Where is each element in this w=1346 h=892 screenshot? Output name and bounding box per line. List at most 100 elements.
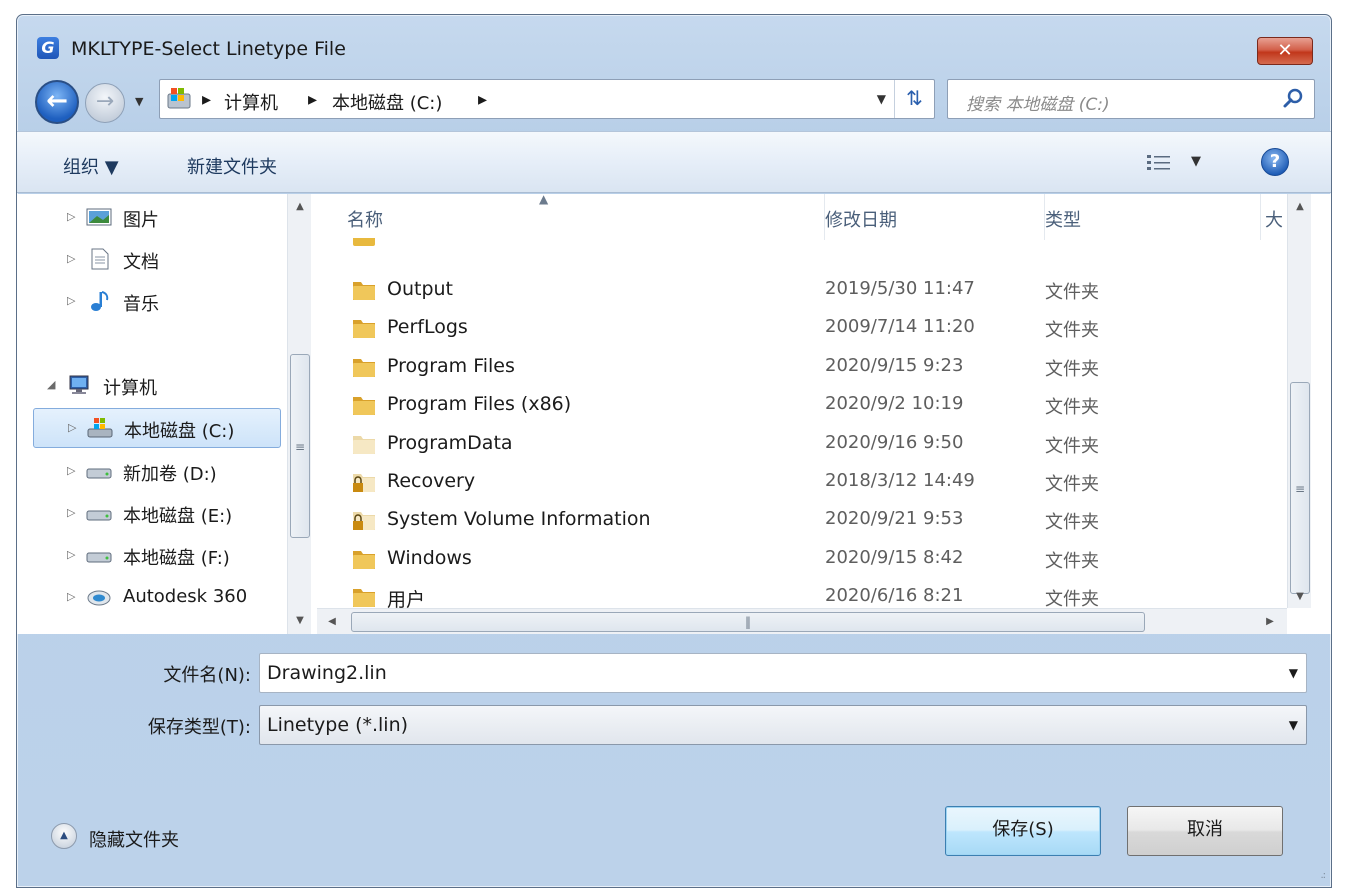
table-row[interactable]: ProgramData 2020/9/16 9:50 文件夹 bbox=[317, 424, 1287, 462]
search-icon[interactable] bbox=[1282, 86, 1306, 110]
close-button[interactable]: ✕ bbox=[1257, 37, 1313, 65]
dialog-window: G MKLTYPE-Select Linetype File ✕ ← → ▼ ▸… bbox=[16, 14, 1332, 888]
save-button[interactable]: 保存(S) bbox=[945, 806, 1101, 856]
expand-icon[interactable]: ▷ bbox=[68, 421, 76, 434]
file-list-vertical-scrollbar[interactable]: ▲ ≡ ▼ bbox=[1287, 194, 1311, 608]
file-date: 2020/9/15 8:42 bbox=[825, 547, 964, 568]
expand-icon[interactable]: ▷ bbox=[67, 506, 75, 519]
expand-icon[interactable]: ▷ bbox=[67, 464, 75, 477]
filetype-select[interactable]: Linetype (*.lin) ▼ bbox=[259, 705, 1307, 745]
cancel-button[interactable]: 取消 bbox=[1127, 806, 1283, 856]
table-row-partial[interactable] bbox=[317, 238, 1287, 248]
cloud-icon bbox=[87, 590, 111, 606]
hide-folders-label: 隐藏文件夹 bbox=[89, 830, 179, 851]
file-type: 文件夹 bbox=[1045, 551, 1099, 572]
window-title: MKLTYPE-Select Linetype File bbox=[71, 38, 346, 60]
search-box[interactable]: 搜索 本地磁盘 (C:) bbox=[947, 79, 1315, 119]
sidebar-item-drive-d[interactable]: ▷ 新加卷 (D:) bbox=[17, 452, 287, 490]
table-row[interactable]: System Volume Information 2020/9/21 9:53… bbox=[317, 500, 1287, 538]
file-type: 文件夹 bbox=[1045, 282, 1099, 303]
recent-pages-dropdown[interactable]: ▼ bbox=[135, 95, 143, 108]
scroll-thumb[interactable]: ‖ bbox=[351, 612, 1145, 632]
folder-icon bbox=[353, 282, 375, 300]
pictures-icon bbox=[86, 208, 112, 226]
scroll-down-button[interactable]: ▼ bbox=[288, 610, 312, 632]
sidebar-item-drive-e[interactable]: ▷ 本地磁盘 (E:) bbox=[17, 494, 287, 532]
scroll-down-button[interactable]: ▼ bbox=[1288, 586, 1312, 608]
column-header-size[interactable]: 大 bbox=[1265, 194, 1287, 240]
sidebar-item-label: 新加卷 (D:) bbox=[123, 464, 217, 485]
collapse-icon[interactable]: ▲ bbox=[51, 823, 77, 849]
resize-grip-icon[interactable]: .: bbox=[1320, 870, 1325, 881]
computer-icon bbox=[167, 88, 191, 109]
file-list-horizontal-scrollbar[interactable]: ◀ ‖ ▶ bbox=[317, 608, 1287, 634]
address-bar[interactable]: ▸ 计算机 ▸ 本地磁盘 (C:) ▸ ▼ ⇅ bbox=[159, 79, 935, 119]
sidebar-item-music[interactable]: ▷ 音乐 bbox=[17, 282, 287, 320]
table-row[interactable]: Windows 2020/9/15 8:42 文件夹 bbox=[317, 539, 1287, 577]
scroll-up-button[interactable]: ▲ bbox=[288, 196, 312, 218]
breadcrumb-separator[interactable]: ▸ bbox=[308, 89, 317, 110]
chevron-down-icon[interactable]: ▼ bbox=[1289, 666, 1298, 680]
sidebar-item-label: Autodesk 360 bbox=[123, 586, 248, 607]
file-date: 2009/7/14 11:20 bbox=[825, 316, 975, 337]
new-folder-button[interactable]: 新建文件夹 bbox=[187, 153, 277, 179]
expand-icon[interactable]: ▷ bbox=[67, 590, 75, 603]
address-dropdown-icon[interactable]: ▼ bbox=[877, 92, 886, 106]
sidebar-item-documents[interactable]: ▷ 文档 bbox=[17, 240, 287, 278]
breadcrumb-separator[interactable]: ▸ bbox=[202, 89, 211, 110]
expand-icon[interactable]: ▷ bbox=[67, 548, 75, 561]
refresh-icon[interactable]: ⇅ bbox=[894, 80, 934, 118]
scroll-right-button[interactable]: ▶ bbox=[1257, 609, 1283, 635]
filename-label: 文件名(N): bbox=[163, 665, 251, 686]
breadcrumb-separator[interactable]: ▸ bbox=[478, 89, 487, 110]
column-header-label: 名称 bbox=[347, 210, 383, 231]
table-row[interactable]: Output 2019/5/30 11:47 文件夹 bbox=[317, 270, 1287, 308]
expand-icon[interactable]: ▷ bbox=[67, 294, 75, 307]
file-date: 2020/9/21 9:53 bbox=[825, 508, 964, 529]
back-button[interactable]: ← bbox=[35, 80, 79, 124]
chevron-down-icon[interactable]: ▼ bbox=[1289, 718, 1298, 732]
sidebar-item-label: 图片 bbox=[123, 210, 159, 231]
sidebar-item-pictures[interactable]: ▷ 图片 bbox=[17, 198, 287, 236]
sidebar-item-drive-f[interactable]: ▷ 本地磁盘 (F:) bbox=[17, 536, 287, 574]
help-icon[interactable]: ? bbox=[1261, 148, 1289, 176]
file-name: Program Files (x86) bbox=[387, 393, 572, 415]
sidebar-item-drive-c[interactable]: ▷ 本地磁盘 (C:) bbox=[33, 408, 281, 448]
file-name: PerfLogs bbox=[387, 316, 468, 338]
sidebar-item-autodesk-360[interactable]: ▷ Autodesk 360 bbox=[17, 578, 287, 616]
file-name: Output bbox=[387, 278, 453, 300]
sidebar-item-label: 计算机 bbox=[103, 378, 157, 399]
sidebar-item-label: 本地磁盘 (C:) bbox=[124, 421, 235, 442]
column-header-type[interactable]: 类型 bbox=[1045, 194, 1261, 240]
table-row[interactable]: Program Files 2020/9/15 9:23 文件夹 bbox=[317, 347, 1287, 385]
file-name: Program Files bbox=[387, 355, 515, 377]
table-row[interactable]: PerfLogs 2009/7/14 11:20 文件夹 bbox=[317, 308, 1287, 346]
table-row[interactable]: Recovery 2018/3/12 14:49 文件夹 bbox=[317, 462, 1287, 500]
search-input[interactable]: 搜索 本地磁盘 (C:) bbox=[966, 90, 1110, 115]
table-row[interactable]: Program Files (x86) 2020/9/2 10:19 文件夹 bbox=[317, 385, 1287, 423]
file-type: 文件夹 bbox=[1045, 397, 1099, 418]
scroll-up-button[interactable]: ▲ bbox=[1288, 196, 1312, 218]
column-header-name[interactable]: ▲ 名称 bbox=[317, 192, 825, 240]
file-type: 文件夹 bbox=[1045, 436, 1099, 457]
expand-icon[interactable]: ▷ bbox=[67, 210, 75, 223]
scroll-thumb[interactable]: ≡ bbox=[290, 354, 310, 538]
breadcrumb-computer[interactable]: 计算机 bbox=[224, 89, 278, 115]
file-name: Windows bbox=[387, 547, 472, 569]
view-dropdown-icon[interactable]: ▼ bbox=[1191, 154, 1201, 169]
expand-icon[interactable]: ▷ bbox=[67, 252, 75, 265]
filename-field[interactable]: Drawing2.lin ▼ bbox=[259, 653, 1307, 693]
sidebar-item-label: 文档 bbox=[123, 252, 159, 273]
column-header-date[interactable]: 修改日期 bbox=[825, 194, 1045, 240]
title-bar[interactable]: G MKLTYPE-Select Linetype File ✕ bbox=[17, 15, 1331, 75]
forward-button[interactable]: → bbox=[85, 83, 125, 123]
organize-menu[interactable]: 组织 ▼ bbox=[63, 153, 119, 179]
scroll-left-button[interactable]: ◀ bbox=[319, 609, 345, 635]
collapse-icon[interactable]: ◢ bbox=[47, 378, 55, 391]
breadcrumb-drive-c[interactable]: 本地磁盘 (C:) bbox=[332, 89, 442, 115]
view-options-icon[interactable] bbox=[1145, 152, 1173, 172]
scroll-thumb[interactable]: ≡ bbox=[1290, 382, 1310, 594]
sidebar-item-computer[interactable]: ◢ 计算机 bbox=[17, 366, 287, 404]
navigation-scrollbar[interactable]: ▲ ≡ ▼ bbox=[287, 194, 311, 634]
sidebar-item-label: 本地磁盘 (F:) bbox=[123, 548, 230, 569]
